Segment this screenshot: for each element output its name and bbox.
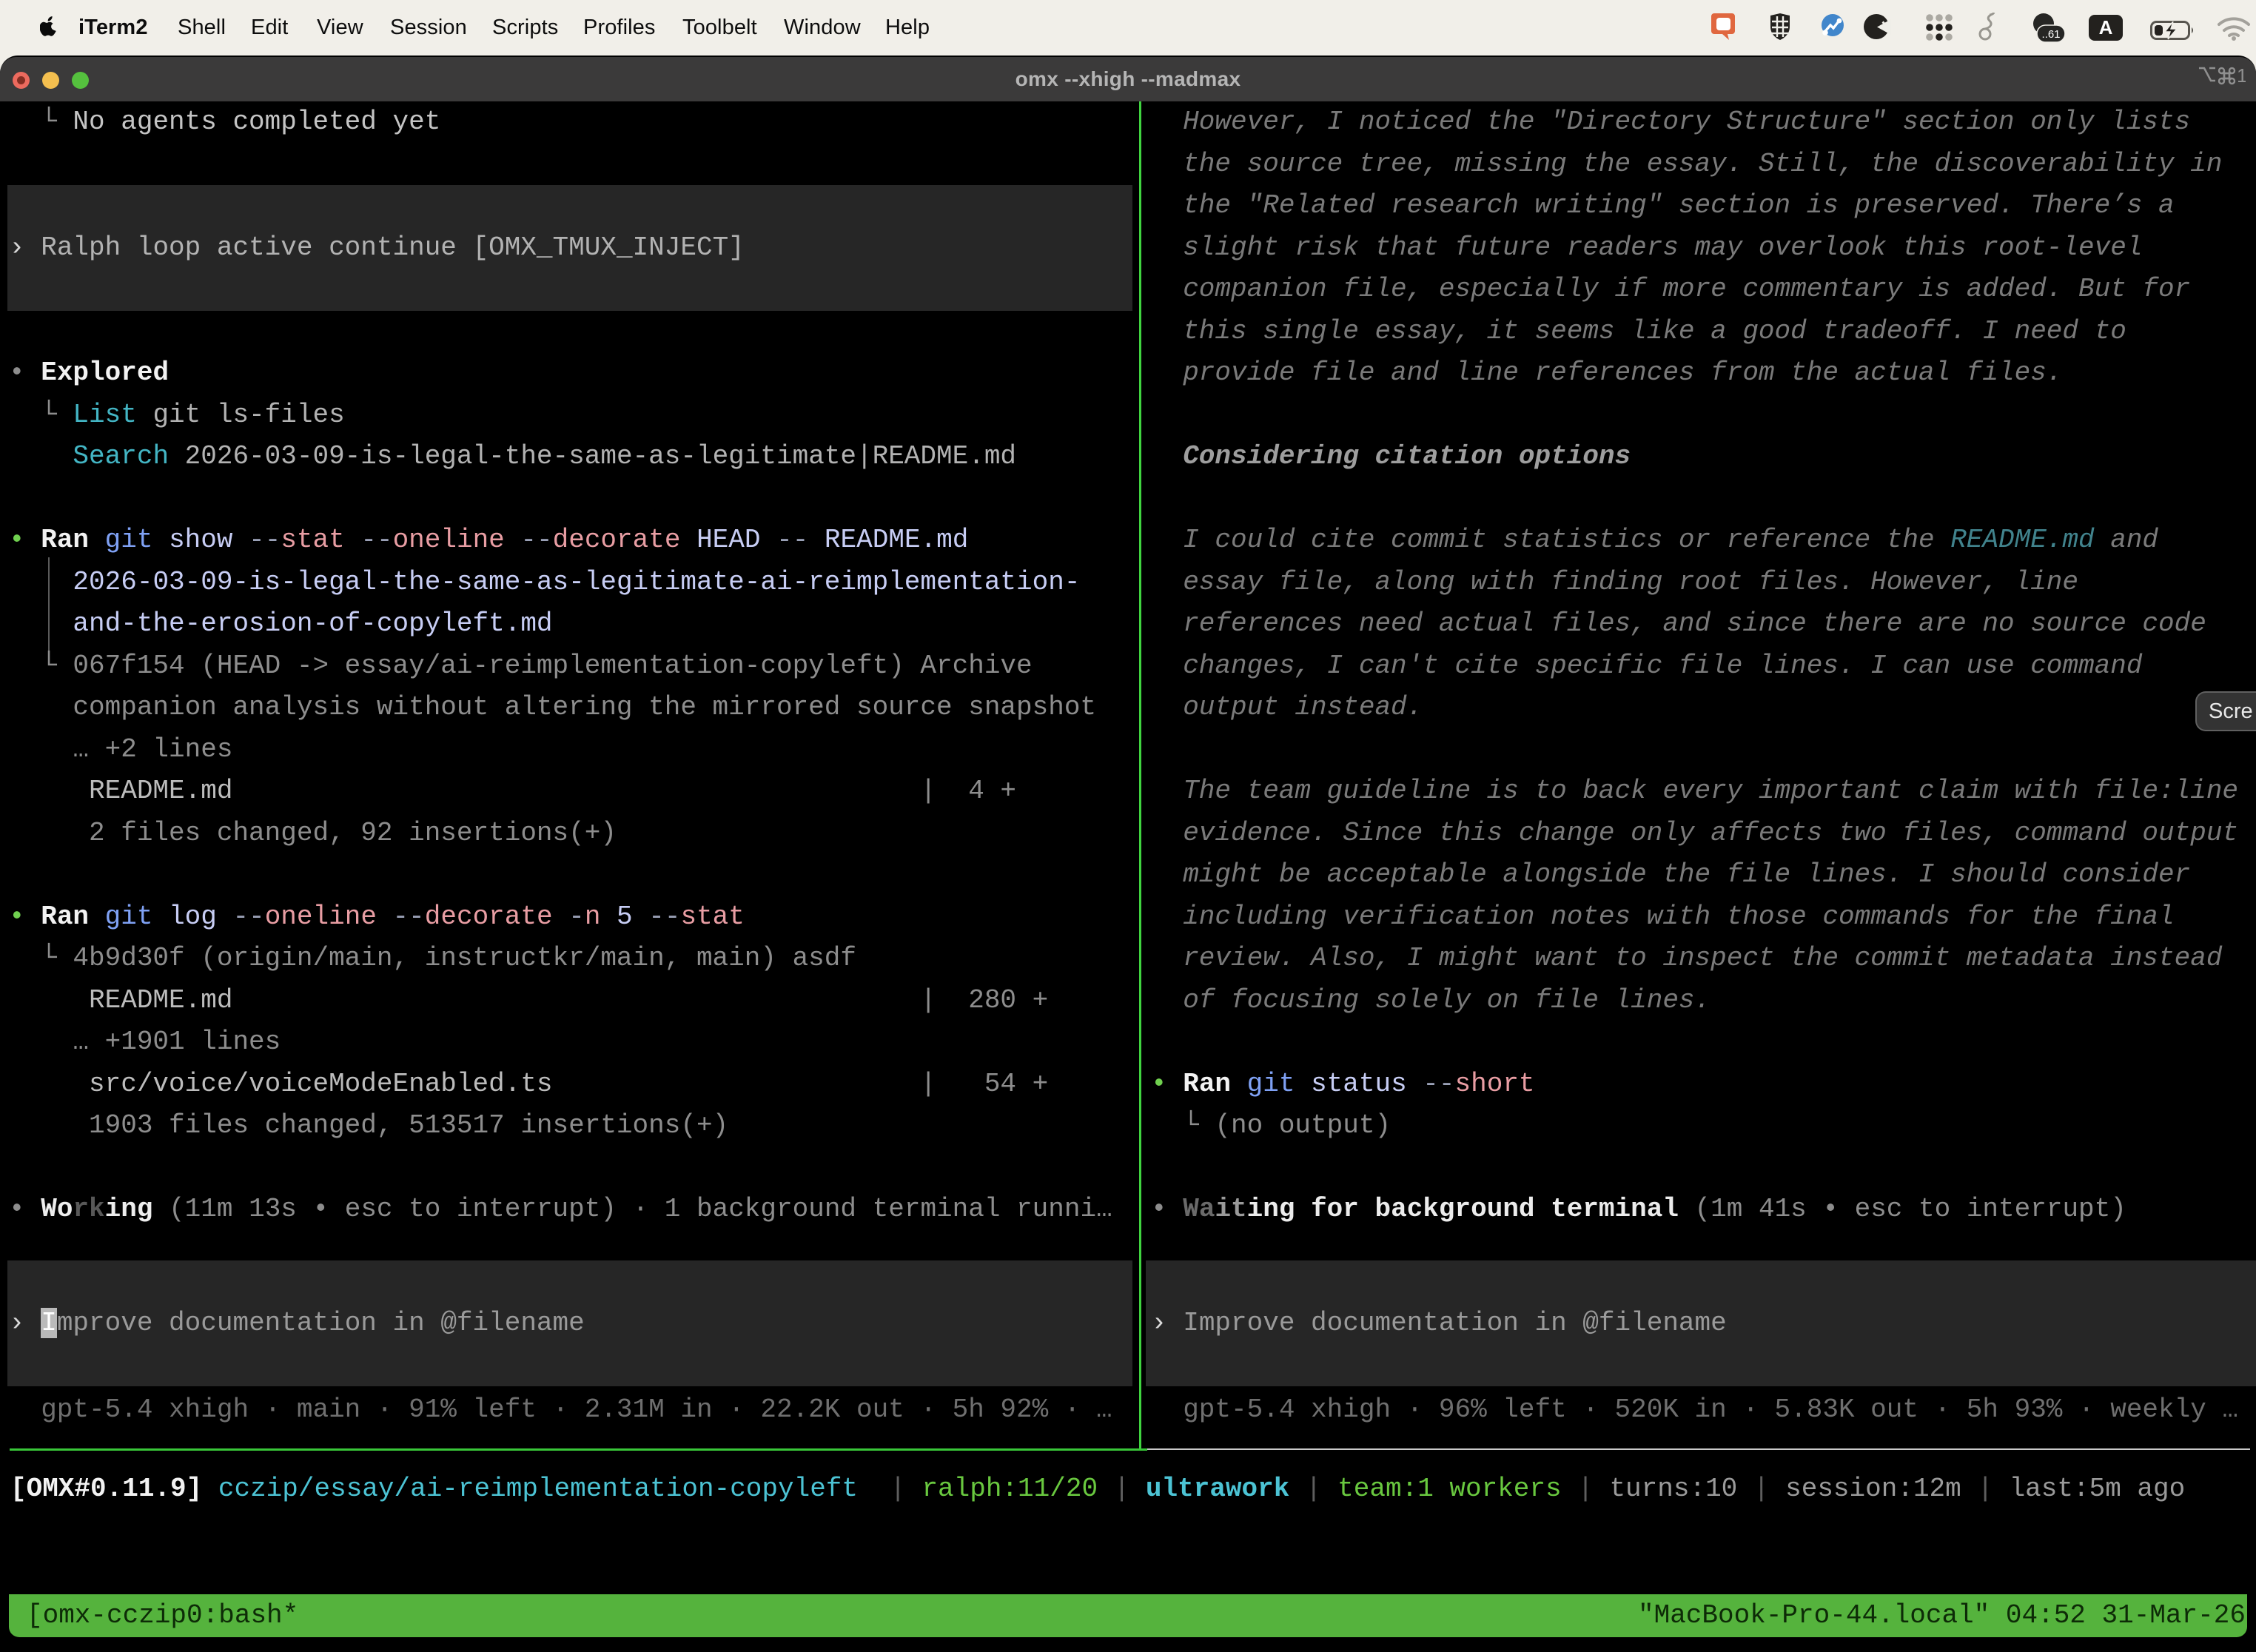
svg-text:..61: ..61 [2041, 28, 2060, 41]
svg-text:1: 1 [2237, 65, 2246, 86]
